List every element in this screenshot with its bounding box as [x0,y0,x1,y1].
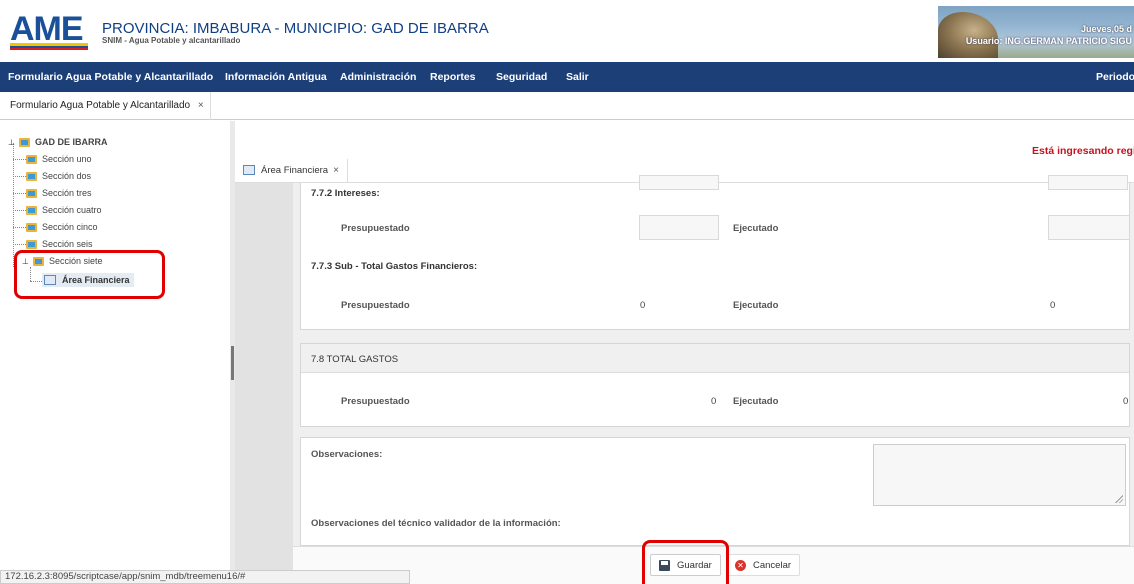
app-title: PROVINCIA: IMBABURA - MUNICIPIO: GAD DE … [102,20,489,37]
tree-item-label: Sección seis [42,239,93,249]
outer-tab-bar: Formulario Agua Potable y Alcantarillado… [0,92,1134,120]
svg-text:AME: AME [10,10,83,48]
prev-presupuestado-input[interactable] [639,175,719,190]
tree-item-seccion-cinco[interactable]: Sección cinco [26,222,98,232]
tree-connector [13,143,14,267]
intereses-presupuestado-input[interactable] [639,215,719,240]
highlight-annotation [642,540,729,584]
tree-item-label: Sección cinco [42,222,98,232]
cancel-label: Cancelar [753,559,792,571]
section-heading: 7.7.2 Intereses: [311,188,380,199]
tree-root-gad-ibarra[interactable]: ⊥ GAD DE IBARRA [8,137,107,147]
tree-item-label: Sección uno [42,154,92,164]
iguana-image [938,12,998,58]
folder-icon [26,222,37,232]
prev-ejecutado-input[interactable] [1048,175,1128,190]
field-label: Ejecutado [733,223,779,234]
tree-connector [13,227,26,228]
tree-item-label: Sección dos [42,171,92,181]
section-header [301,344,1129,373]
panel-total-gastos: 7.8 TOTAL GASTOS Presupuestado 0 Ejecuta… [300,343,1130,427]
tree-item-label: Sección tres [42,188,92,198]
folder-icon [26,171,37,181]
total-ejecutado-value: 0 [1123,396,1129,407]
folder-icon [26,154,37,164]
intereses-ejecutado-input[interactable] [1048,215,1130,240]
tree-connector [13,176,26,177]
tab-area-financiera[interactable]: Área Financiera × [235,159,348,183]
panel-observaciones: Observaciones: Observaciones del técnico… [300,437,1130,546]
folder-icon [26,239,37,249]
browser-status-bar: 172.16.2.3:8095/scriptcase/app/snim_mdb/… [0,570,410,584]
splitter-grip[interactable] [231,346,234,380]
tree-connector [13,210,26,211]
cancel-button[interactable]: ✕ Cancelar [726,554,801,576]
field-label: Ejecutado [733,300,779,311]
tab-label: Área Financiera [261,165,329,176]
tree-item-seccion-dos[interactable]: Sección dos [26,171,91,181]
observaciones-textarea[interactable] [873,444,1126,506]
tree-item-label: Sección cuatro [42,205,102,215]
tree-connector [13,193,26,194]
tree-panel: ⊥ GAD DE IBARRA Sección uno Sección dos … [0,121,230,584]
folder-icon [18,137,30,147]
nav-reportes[interactable]: Reportes [430,71,476,83]
folder-icon [26,205,37,215]
document-icon [243,165,255,175]
close-icon[interactable]: × [333,165,339,176]
tree-item-seccion-tres[interactable]: Sección tres [26,188,92,198]
tree-item-seccion-cuatro[interactable]: Sección cuatro [26,205,102,215]
tab-label: Formulario Agua Potable y Alcantarillado [10,100,191,111]
nav-administracion[interactable]: Administración [340,71,416,83]
header-banner-image: Jueves,05 d Usuario: ING.GERMAN PATRICIO… [938,6,1134,58]
tree-item-seccion-seis[interactable]: Sección seis [26,239,93,249]
tree-connector [13,159,26,160]
field-label: Presupuestado [341,300,410,311]
folder-icon [26,188,37,198]
tree-item-seccion-uno[interactable]: Sección uno [26,154,92,164]
field-label: Observaciones del técnico validador de l… [311,518,561,529]
tree-connector [13,244,26,245]
ame-logo: AME [10,10,88,50]
header-user: Usuario: ING.GERMAN PATRICIO SIGU [965,36,1132,46]
nav-formulario[interactable]: Formulario Agua Potable y Alcantarillado [8,71,213,83]
field-label: Observaciones: [311,449,383,460]
field-label: Ejecutado [733,396,779,407]
main-nav: Formulario Agua Potable y Alcantarillado… [0,62,1134,92]
tab-formulario[interactable]: Formulario Agua Potable y Alcantarillado… [0,92,211,120]
cancel-icon: ✕ [735,559,746,571]
expand-icon[interactable]: ⊥ [8,138,15,147]
nav-salir[interactable]: Salir [566,71,589,83]
nav-seguridad[interactable]: Seguridad [496,71,547,83]
highlight-annotation [14,250,165,299]
subtotal-presupuestado-value: 0 [640,300,646,311]
resize-handle-icon[interactable] [1115,495,1123,503]
tree-root-label: GAD DE IBARRA [34,137,108,147]
content-left-gutter [235,183,293,584]
header-date: Jueves,05 d [1080,24,1132,34]
field-label: Presupuestado [341,223,410,234]
app-subtitle: SNIM - Agua Potable y alcantarillado [102,36,241,45]
app-header: AME PROVINCIA: IMBABURA - MUNICIPIO: GAD… [0,0,1134,62]
subtotal-ejecutado-value: 0 [1050,300,1056,311]
section-heading: 7.8 TOTAL GASTOS [311,354,399,365]
nav-periodo[interactable]: Periodo: [1096,71,1134,83]
section-heading: 7.7.3 Sub - Total Gastos Financieros: [311,261,478,272]
panel-gastos-financieros: 7.7.2 Intereses: Presupuestado Ejecutado… [300,175,1130,330]
field-label: Presupuestado [341,396,410,407]
close-icon[interactable]: × [198,100,204,111]
nav-informacion-antigua[interactable]: Información Antigua [225,71,327,83]
status-message: Está ingresando regist [1032,145,1134,157]
total-presupuestado-value: 0 [711,396,717,407]
